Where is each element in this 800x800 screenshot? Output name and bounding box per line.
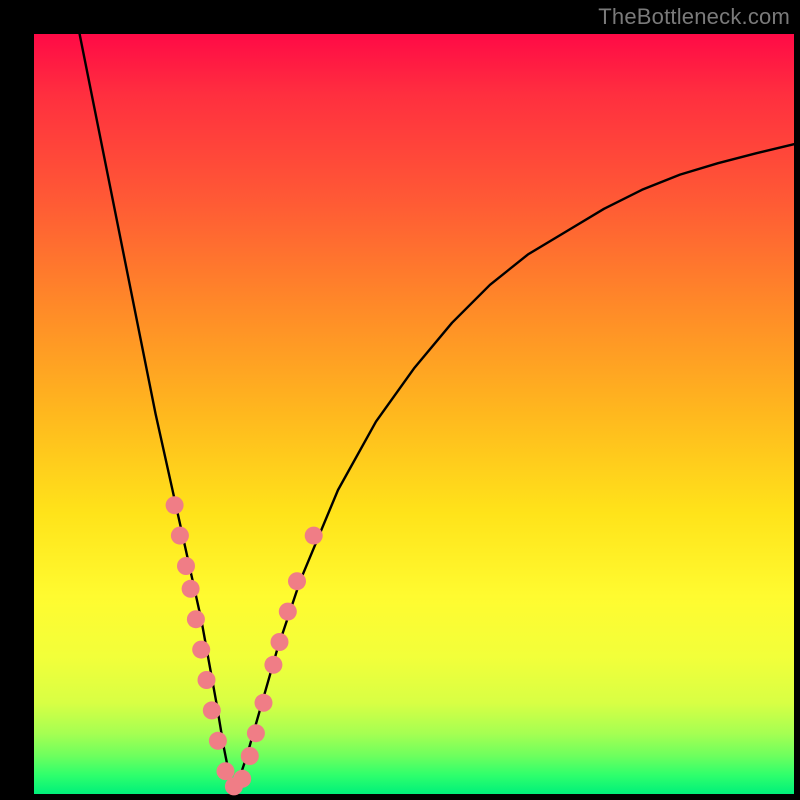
sample-dot	[271, 633, 289, 651]
sample-dot	[247, 724, 265, 742]
sample-dot	[217, 762, 235, 780]
sample-dot	[166, 496, 184, 514]
sample-dot	[203, 701, 221, 719]
chart-svg	[34, 34, 794, 794]
sample-dot	[264, 656, 282, 674]
sample-dot	[255, 694, 273, 712]
sample-dot	[198, 671, 216, 689]
sample-dot	[288, 572, 306, 590]
sample-dot	[182, 580, 200, 598]
sample-dots	[166, 496, 323, 795]
sample-dot	[209, 732, 227, 750]
bottleneck-curve	[80, 34, 794, 786]
sample-dot	[241, 747, 259, 765]
sample-dot	[192, 641, 210, 659]
chart-frame: TheBottleneck.com	[0, 0, 800, 800]
sample-dot	[279, 603, 297, 621]
chart-plot-area	[34, 34, 794, 794]
watermark-text: TheBottleneck.com	[598, 4, 790, 30]
sample-dot	[177, 557, 195, 575]
sample-dot	[305, 527, 323, 545]
sample-dot	[171, 527, 189, 545]
sample-dot	[187, 610, 205, 628]
sample-dot	[233, 770, 251, 788]
